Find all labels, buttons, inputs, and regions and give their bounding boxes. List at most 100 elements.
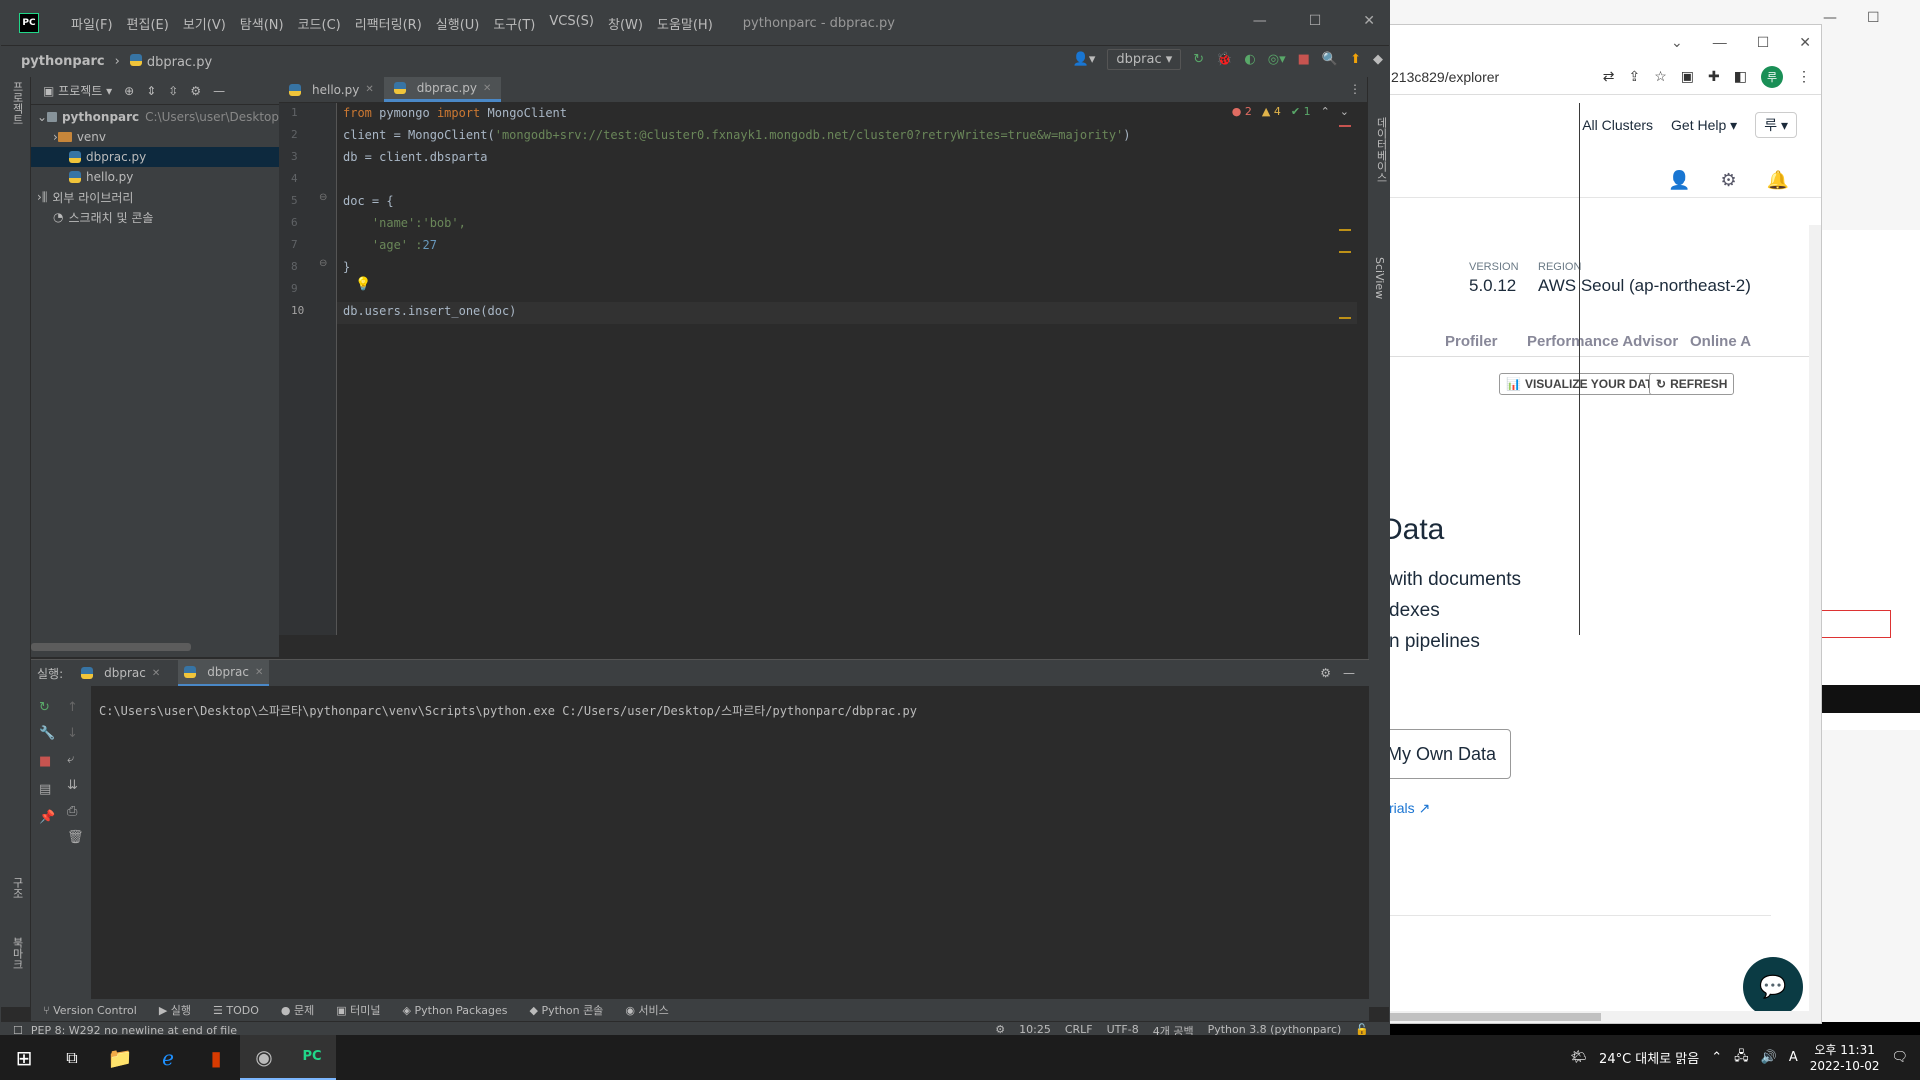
sciview-tool-button[interactable]: SciView xyxy=(1373,257,1386,299)
close-icon[interactable]: ✕ xyxy=(1799,34,1811,51)
menu-vcs[interactable]: VCS(S) xyxy=(549,14,594,33)
python-console-button[interactable]: ◆ Python 콘솔 xyxy=(529,1002,603,1018)
tab-online-archive[interactable]: Online A xyxy=(1690,333,1751,350)
expand-all-icon[interactable]: ⇕ xyxy=(146,84,156,98)
run-tab[interactable]: dbprac ✕ xyxy=(178,660,270,686)
task-view-icon[interactable]: ⧉ xyxy=(48,1035,96,1080)
error-stripe-mark[interactable] xyxy=(1339,125,1351,127)
terminal-button[interactable]: ▣ 터미널 xyxy=(336,1002,380,1018)
scroll-to-end-icon[interactable]: ⇊ xyxy=(67,778,78,793)
gear-icon[interactable]: ⚙ xyxy=(1320,666,1331,680)
chrome-icon[interactable]: ◉ xyxy=(240,1035,288,1080)
tree-item-venv[interactable]: › venv xyxy=(31,127,279,147)
search-icon[interactable]: 🔍 xyxy=(1322,52,1338,67)
maximize-icon[interactable]: ☐ xyxy=(1867,10,1880,26)
warning-stripe-mark[interactable] xyxy=(1339,229,1351,231)
layout-icon[interactable]: ▤ xyxy=(39,782,51,797)
breadcrumb-file[interactable]: dbprac.py xyxy=(129,53,212,70)
code-editor[interactable]: 1 2 3 4 5 6 7 8 9 10 ⊖ ⊖ from pymongo im… xyxy=(279,103,1580,635)
chevron-down-icon[interactable]: ⌄ xyxy=(1671,34,1683,51)
structure-tool-button[interactable]: 구조 xyxy=(9,877,25,899)
network-icon[interactable]: 🖧 xyxy=(1734,1047,1749,1069)
visualize-data-button[interactable]: 📊 VISUALIZE YOUR DATA xyxy=(1499,373,1668,395)
notification-icon[interactable]: 🗨 xyxy=(1891,1050,1908,1065)
more-icon[interactable]: ⋮ xyxy=(1349,82,1361,96)
chevron-up-icon[interactable]: ⌃ xyxy=(1321,105,1330,118)
tab-profiler[interactable]: Profiler xyxy=(1445,333,1498,350)
user-add-icon[interactable]: 👤 xyxy=(1668,170,1690,191)
stop-icon[interactable]: ■ xyxy=(39,754,51,769)
breadcrumb-project[interactable]: pythonparc xyxy=(21,54,105,70)
close-icon[interactable]: ✕ xyxy=(255,667,263,678)
chevron-up-icon[interactable]: ⌃ xyxy=(1711,1050,1722,1065)
scroll-thumb[interactable] xyxy=(1381,1013,1601,1021)
warning-stripe-mark[interactable] xyxy=(1339,251,1351,253)
inspection-widget[interactable]: ● 2 ▲ 4 ✔ 1 ⌃ ⌄ xyxy=(1232,103,1349,118)
run-button[interactable]: ▶ 실행 xyxy=(159,1002,191,1018)
run-config-selector[interactable]: dbprac ▾ xyxy=(1107,49,1182,70)
more-icon[interactable]: ⋮ xyxy=(1797,68,1811,85)
services-button[interactable]: ◉ 서비스 xyxy=(625,1002,668,1018)
tree-item-pythonparc[interactable]: ⌄ pythonparc C:\Users\user\Desktop xyxy=(31,107,279,127)
hide-icon[interactable]: — xyxy=(213,84,225,98)
internet-explorer-icon[interactable]: ℯ xyxy=(144,1035,192,1080)
user-dropdown[interactable]: 루 ▾ xyxy=(1755,112,1797,138)
vertical-scrollbar[interactable] xyxy=(1809,225,1821,1015)
project-view-selector[interactable]: ▣ 프로젝트 ▾ xyxy=(43,82,112,99)
menu-edit[interactable]: 편집(E) xyxy=(127,14,169,33)
rerun-icon[interactable]: ↻ xyxy=(1193,52,1204,67)
horizontal-scrollbar[interactable] xyxy=(1381,1011,1821,1023)
weather-text[interactable]: 24°C 대체로 맑음 xyxy=(1599,1048,1699,1067)
hide-icon[interactable]: — xyxy=(1343,666,1355,680)
minimize-icon[interactable]: — xyxy=(1713,34,1727,50)
horizontal-scrollbar[interactable] xyxy=(31,643,191,651)
gear-icon[interactable]: ⚙ xyxy=(190,84,201,98)
tree-item-dbprac[interactable]: dbprac.py xyxy=(31,147,279,167)
chevron-down-icon[interactable]: ⌄ xyxy=(1340,105,1349,118)
integrations-icon[interactable]: ⚙ xyxy=(1720,170,1736,191)
ime-indicator[interactable]: A xyxy=(1789,1050,1798,1065)
close-icon[interactable]: ✕ xyxy=(483,83,491,94)
volume-icon[interactable]: 🔊 xyxy=(1761,1050,1777,1065)
stop-icon[interactable]: ■ xyxy=(1298,52,1310,67)
fold-icon[interactable]: ⊖ xyxy=(319,192,327,203)
close-icon[interactable]: ✕ xyxy=(1363,13,1375,29)
jetbrains-toolbox-icon[interactable]: ◆ xyxy=(1373,52,1383,67)
tree-item-scratches[interactable]: ◔ 스크래치 및 콘솔 xyxy=(31,207,279,227)
tab-hello-py[interactable]: hello.py ✕ xyxy=(279,77,384,102)
python-packages-button[interactable]: ◈ Python Packages xyxy=(403,1004,508,1017)
debug-icon[interactable]: 🐞 xyxy=(1216,52,1232,67)
menu-help[interactable]: 도움말(H) xyxy=(657,14,713,33)
soft-wrap-icon[interactable]: ⤶ xyxy=(67,752,74,767)
print-icon[interactable]: ⎙ xyxy=(67,804,77,819)
file-explorer-icon[interactable]: 📁 xyxy=(96,1035,144,1080)
fold-icon[interactable]: ⊖ xyxy=(319,258,327,269)
refresh-button[interactable]: ↻ REFRESH xyxy=(1649,373,1735,395)
weather-icon[interactable]: 🌤 xyxy=(1571,1050,1588,1065)
project-tool-button[interactable]: 프로젝트 xyxy=(9,81,25,125)
menu-window[interactable]: 창(W) xyxy=(608,14,643,33)
bookmark-star-icon[interactable]: ☆ xyxy=(1654,68,1667,85)
database-tool-button[interactable]: 데이터베이스 xyxy=(1373,117,1389,183)
bookmarks-tool-button[interactable]: 북마크 xyxy=(9,937,25,970)
sidepanel-icon[interactable]: ◧ xyxy=(1734,68,1747,85)
rerun-icon[interactable]: ↻ xyxy=(39,700,50,715)
puzzle-icon[interactable]: ✚ xyxy=(1708,68,1720,85)
menu-navigate[interactable]: 탐색(N) xyxy=(240,14,284,33)
todo-button[interactable]: ☰ TODO xyxy=(213,1004,259,1017)
arrow-down-icon[interactable]: ↓ xyxy=(67,726,78,741)
pin-icon[interactable]: 📌 xyxy=(39,810,55,825)
menu-file[interactable]: 파일(F) xyxy=(71,14,113,33)
menu-refactor[interactable]: 리팩터링(R) xyxy=(355,14,422,33)
minimize-icon[interactable]: — xyxy=(1823,10,1837,26)
trash-icon[interactable]: 🗑 xyxy=(67,830,84,845)
lightbulb-icon[interactable]: 💡 xyxy=(355,277,371,292)
url-field[interactable]: 213c829/explorer xyxy=(1391,69,1589,85)
extension-icon[interactable]: ▣ xyxy=(1681,68,1694,85)
close-icon[interactable]: ✕ xyxy=(152,668,160,679)
maximize-icon[interactable]: ☐ xyxy=(1757,34,1770,51)
share-icon[interactable]: ⇪ xyxy=(1629,68,1641,85)
tab-dbprac-py[interactable]: dbprac.py ✕ xyxy=(383,77,502,102)
tutorials-link[interactable]: rials ↗ xyxy=(1389,800,1430,817)
maximize-icon[interactable]: ☐ xyxy=(1309,13,1322,29)
